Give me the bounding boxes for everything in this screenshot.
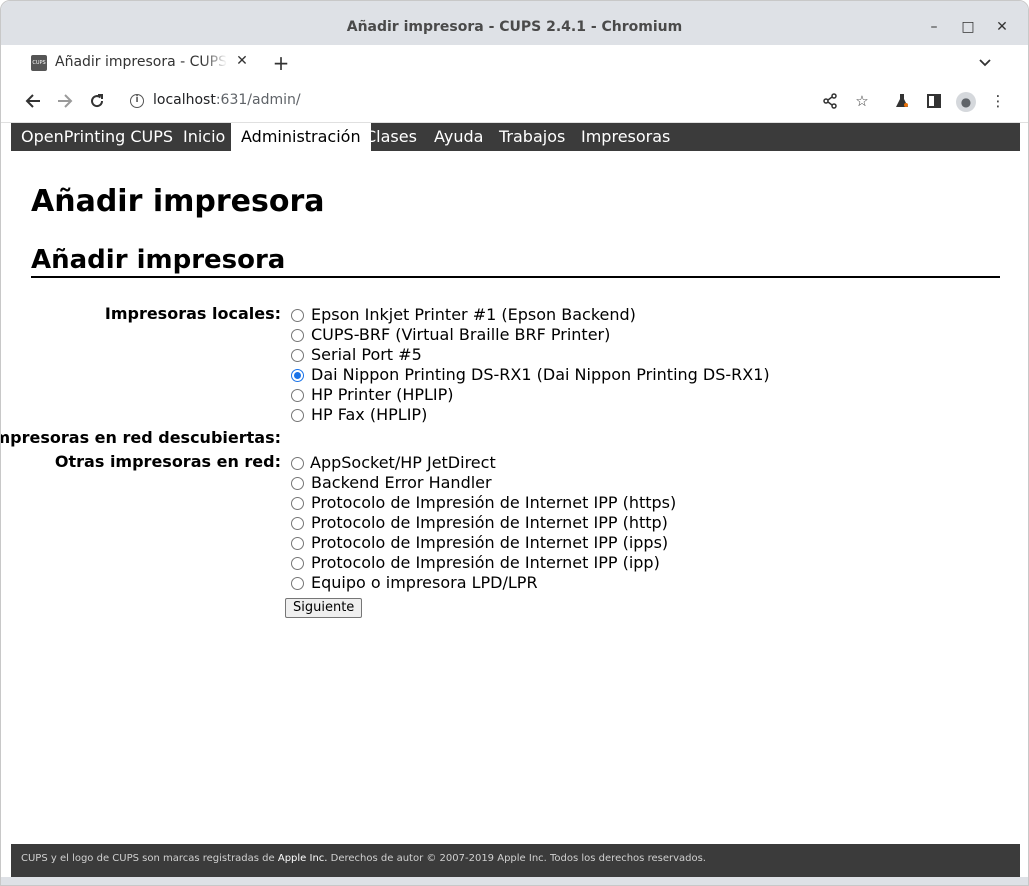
kebab-menu-icon[interactable]: ⋮ — [986, 89, 1010, 113]
footer-text: CUPS y el logo de CUPS son marcas regist… — [21, 853, 278, 864]
nav-item-openprinting-cups[interactable]: OpenPrinting CUPS — [11, 123, 183, 151]
profile-avatar-icon[interactable]: ● — [954, 89, 978, 113]
window-bottom-edge — [1, 877, 1028, 885]
reload-icon[interactable] — [85, 89, 109, 113]
share-icon[interactable] — [818, 89, 842, 113]
discovered-printers-label: Impresoras en red descubiertas: — [0, 428, 281, 447]
nav-item-administracion[interactable]: Administración — [231, 123, 371, 151]
radio-button[interactable] — [291, 497, 304, 510]
url-path: :631/admin/ — [215, 92, 301, 108]
nav-item-clases[interactable]: Clases — [355, 123, 427, 151]
browser-tab[interactable]: CUPS Añadir impresora - CUPS 2.4.1 ✕ — [20, 45, 260, 79]
radio-label: Protocolo de Impresión de Internet IPP (… — [311, 553, 660, 572]
radio-label: CUPS-BRF (Virtual Braille BRF Printer) — [311, 325, 611, 344]
footer-copyright: Derechos de autor © 2007-2019 Apple Inc.… — [327, 853, 706, 864]
tab-title: Añadir impresora - CUPS 2.4.1 — [55, 54, 227, 70]
other-printers-label: Otras impresoras en red: — [54, 452, 281, 471]
section-divider — [31, 276, 1000, 278]
page-content: Añadir impresora Añadir impresora Impres… — [1, 151, 1020, 844]
window-title: Añadir impresora - CUPS 2.4.1 - Chromium — [346, 19, 683, 35]
address-bar[interactable]: i localhost:631/admin/ — [119, 84, 879, 118]
tab-close-icon[interactable]: ✕ — [234, 53, 250, 69]
radio-label: Epson Inkjet Printer #1 (Epson Backend) — [311, 305, 636, 324]
tab-search-chevron-icon[interactable] — [975, 53, 995, 73]
title-bar: Añadir impresora - CUPS 2.4.1 - Chromium… — [1, 1, 1028, 45]
radio-button[interactable] — [291, 349, 304, 362]
page-footer: CUPS y el logo de CUPS son marcas regist… — [11, 844, 1020, 877]
local-printers-label: Impresoras locales: — [104, 304, 281, 323]
url-text[interactable]: localhost:631/admin/ — [153, 92, 301, 108]
nav-item-impresoras[interactable]: Impresoras — [571, 123, 680, 151]
radio-label: Protocolo de Impresión de Internet IPP (… — [311, 493, 677, 512]
browser-toolbar: i localhost:631/admin/ ☆ ● ⋮ — [1, 79, 1028, 123]
radio-label: Protocolo de Impresión de Internet IPP (… — [311, 533, 669, 552]
radio-label: Dai Nippon Printing DS-RX1 (Dai Nippon P… — [311, 365, 770, 384]
radio-button-selected[interactable] — [291, 369, 304, 382]
minimize-icon[interactable]: – — [924, 17, 944, 37]
site-info-icon[interactable]: i — [130, 94, 144, 108]
section-title: Añadir impresora — [31, 245, 286, 275]
radio-button[interactable] — [291, 329, 304, 342]
radio-button[interactable] — [291, 517, 304, 530]
radio-button[interactable] — [291, 537, 304, 550]
maximize-icon[interactable]: □ — [958, 17, 978, 37]
cups-favicon-icon: CUPS — [31, 55, 47, 71]
bookmark-star-icon[interactable]: ☆ — [850, 89, 874, 113]
url-host: localhost — [153, 92, 216, 108]
nav-item-inicio[interactable]: Inicio — [173, 123, 235, 151]
nav-item-ayuda[interactable]: Ayuda — [424, 123, 493, 151]
cups-navbar: OpenPrinting CUPS Inicio Administración … — [11, 123, 1020, 151]
side-panel-icon[interactable] — [922, 89, 946, 113]
browser-window: Añadir impresora - CUPS 2.4.1 - Chromium… — [0, 0, 1029, 886]
new-tab-icon[interactable]: + — [271, 53, 291, 73]
radio-label: Protocolo de Impresión de Internet IPP (… — [311, 513, 668, 532]
nav-item-trabajos[interactable]: Trabajos — [489, 123, 575, 151]
close-icon[interactable]: ✕ — [992, 17, 1012, 37]
back-arrow-icon[interactable] — [21, 89, 45, 113]
radio-button[interactable] — [291, 309, 304, 322]
radio-button[interactable] — [291, 389, 304, 402]
radio-label: Backend Error Handler — [311, 473, 492, 492]
radio-button[interactable] — [291, 409, 304, 422]
radio-button[interactable] — [291, 457, 304, 470]
page-title: Añadir impresora — [31, 184, 325, 219]
footer-apple-text: Apple Inc. — [277, 853, 328, 864]
radio-button[interactable] — [291, 557, 304, 570]
radio-button[interactable] — [291, 477, 304, 490]
radio-label: HP Fax (HPLIP) — [311, 405, 428, 424]
radio-button[interactable] — [291, 577, 304, 590]
radio-label: Equipo o impresora LPD/LPR — [311, 573, 538, 592]
radio-label: Serial Port #5 — [311, 345, 422, 364]
labs-flask-icon[interactable] — [890, 89, 914, 113]
radio-label: HP Printer (HPLIP) — [311, 385, 454, 404]
next-button[interactable]: Siguiente — [285, 598, 363, 618]
radio-label: AppSocket/HP JetDirect — [310, 453, 496, 472]
forward-arrow-icon[interactable] — [53, 89, 77, 113]
